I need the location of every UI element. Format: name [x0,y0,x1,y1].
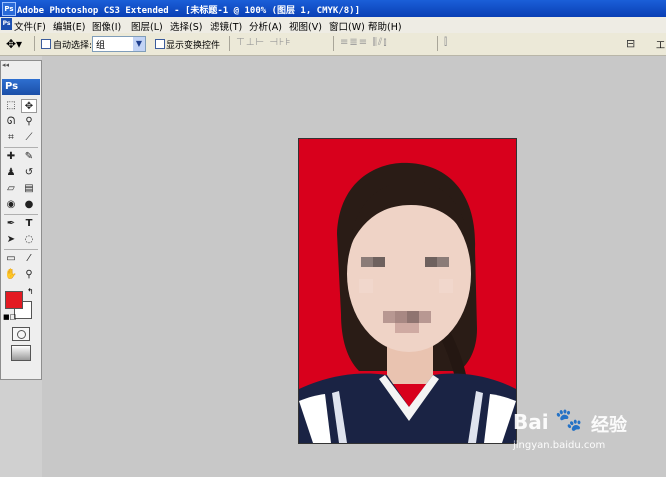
hand-tool-icon[interactable]: ✋ [3,268,19,282]
workspace-camera-icon[interactable]: ⊟ [626,37,635,50]
blur-tool-icon[interactable]: ◉ [3,198,19,212]
lasso-tool-icon[interactable]: ᘏ [3,115,19,129]
photoshop-logo: Ps [2,79,40,95]
show-transform-checkbox[interactable] [155,39,165,49]
quick-mask-icon[interactable] [12,327,30,341]
options-bar: ✥▾ 自动选择: 组 ▼ 显示变换控件 ⊤⊥⊢ ⊣⊦⊧ ≡≣≡ ⫼⫽⫾ ⫿ ⊟ … [0,33,666,56]
zoom-tool-icon[interactable]: ⚲ [21,268,37,282]
path-selection-tool-icon[interactable]: ➤ [3,233,19,247]
auto-align-icon[interactable]: ⫿ [444,37,448,49]
document-canvas[interactable] [298,138,517,444]
workspace-label[interactable]: 工 [656,38,665,51]
notes-tool-icon[interactable]: ▭ [3,252,19,266]
eyedropper-tool-icon[interactable]: ⁄ [21,252,37,266]
eraser-tool-icon[interactable]: ▱ [3,182,19,196]
distribute-buttons-icon[interactable]: ≡≣≡ ⫼⫽⫾ [340,37,388,49]
shape-tool-icon[interactable]: ◌ [21,233,37,247]
auto-select-label: 自动选择: [53,41,93,51]
tools-panel: ◂◂ Ps ⬚ ✥ ᘏ ⚲ ⌗ ⟋ ✚ ✎ ♟ ↺ ▱ ▤ ◉ ● ✒ T ➤ … [0,60,42,380]
magic-wand-tool-icon[interactable]: ⚲ [21,115,37,129]
title-bar: Ps Adobe Photoshop CS3 Extended - [未标题-1… [0,0,666,17]
auto-select-value: 组 [96,41,106,51]
marquee-tool-icon[interactable]: ⬚ [3,99,19,113]
paw-icon: 🐾 [555,408,583,433]
menu-window[interactable]: 窗口(W) [329,19,365,33]
clone-stamp-tool-icon[interactable]: ♟ [3,166,19,180]
show-transform-label: 显示变换控件 [166,41,221,51]
menu-file[interactable]: 文件(F) [14,19,46,33]
history-brush-tool-icon[interactable]: ↺ [21,166,37,180]
tool-separator [4,249,38,250]
swap-colors-icon[interactable]: ↰ [27,287,34,296]
menu-image[interactable]: 图像(I) [92,19,121,33]
menu-help[interactable]: 帮助(H) [368,19,402,33]
id-photo-image [299,139,516,443]
menu-select[interactable]: 选择(S) [170,19,202,33]
move-tool-icon[interactable]: ✥ [21,99,37,113]
tool-separator [4,147,38,148]
watermark-brand-cn: 经验 [591,415,627,436]
separator [333,36,334,51]
healing-brush-tool-icon[interactable]: ✚ [3,150,19,164]
menu-view[interactable]: 视图(V) [289,19,322,33]
auto-select-dropdown[interactable]: 组 ▼ [92,36,146,52]
gradient-tool-icon[interactable]: ▤ [21,182,37,196]
dodge-tool-icon[interactable]: ● [21,198,37,212]
brush-tool-icon[interactable]: ✎ [21,150,37,164]
move-tool-preset-icon[interactable]: ✥▾ [6,37,22,51]
watermark-url: jingyan.baidu.com [513,440,606,451]
menu-filter[interactable]: 滤镜(T) [210,19,242,33]
tool-separator [4,214,38,215]
screen-mode-icon[interactable] [11,345,31,361]
separator [34,36,35,51]
crop-tool-icon[interactable]: ⌗ [3,131,19,145]
document-menu-icon[interactable]: Ps [1,18,12,30]
auto-select-checkbox[interactable] [41,39,51,49]
baidu-jingyan-watermark: Bai 🐾 经验 jingyan.baidu.com [513,408,663,470]
menu-edit[interactable]: 编辑(E) [53,19,85,33]
window-title: Adobe Photoshop CS3 Extended - [未标题-1 @ … [17,6,361,16]
separator [229,36,230,51]
type-tool-icon[interactable]: T [21,217,37,231]
align-buttons-icon[interactable]: ⊤⊥⊢ ⊣⊦⊧ [236,37,291,49]
pen-tool-icon[interactable]: ✒ [3,217,19,231]
foreground-color-swatch[interactable] [5,291,23,309]
menu-analysis[interactable]: 分析(A) [249,19,282,33]
menu-bar: Ps 文件(F) 编辑(E) 图像(I) 图层(L) 选择(S) 滤镜(T) 分… [0,17,666,34]
photoshop-app-icon[interactable]: Ps [2,2,16,16]
slice-tool-icon[interactable]: ⟋ [21,131,37,145]
chevron-down-icon[interactable]: ▼ [133,37,145,51]
default-colors-icon[interactable]: ■□ [3,313,16,321]
watermark-brand: Bai [513,410,549,434]
collapse-panel-icon[interactable]: ◂◂ [2,61,9,69]
separator [437,36,438,51]
menu-layer[interactable]: 图层(L) [131,19,163,33]
